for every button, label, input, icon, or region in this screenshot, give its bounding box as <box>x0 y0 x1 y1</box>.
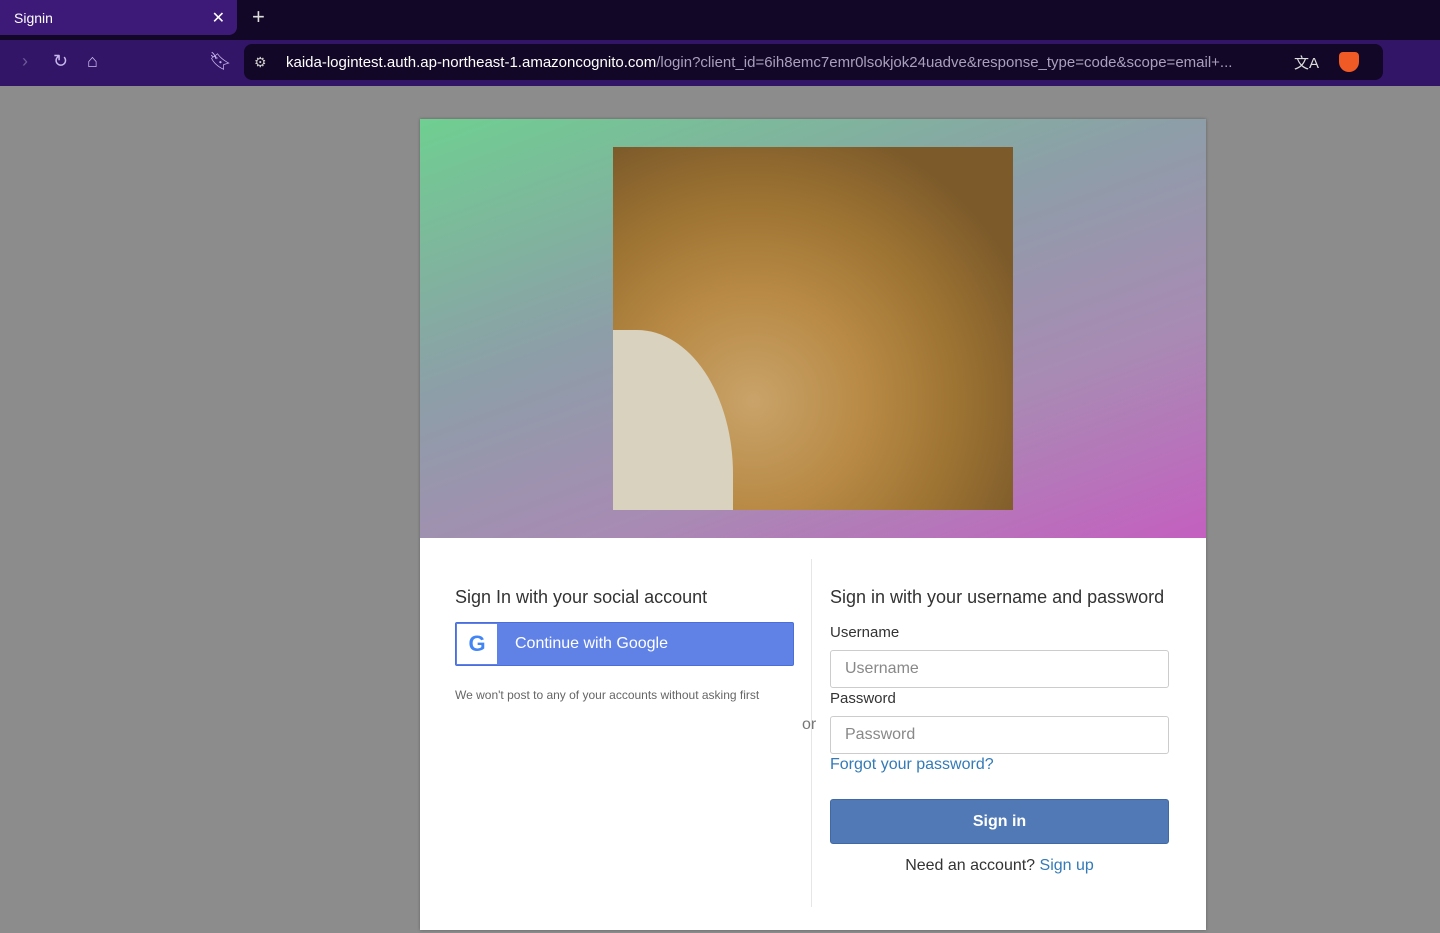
home-icon[interactable]: ⌂ <box>87 51 98 72</box>
username-input[interactable] <box>830 650 1169 688</box>
bookmark-icon[interactable]: 🔖︎ <box>209 51 232 72</box>
translate-icon[interactable]: 文A <box>1294 52 1319 73</box>
tab-title: Signin <box>14 9 53 26</box>
login-card: or Sign In with your social account G Co… <box>420 119 1206 930</box>
google-button-label: Continue with Google <box>515 635 668 652</box>
site-settings-icon[interactable]: ⚙ <box>254 54 267 71</box>
banner <box>420 119 1206 538</box>
forward-icon[interactable]: › <box>22 51 28 72</box>
url-host: kaida-logintest.auth.ap-northeast-1.amaz… <box>286 53 657 71</box>
or-label: or <box>802 716 817 733</box>
signup-link[interactable]: Sign up <box>1040 857 1094 874</box>
social-heading: Sign In with your social account <box>455 587 708 607</box>
forgot-password-link[interactable]: Forgot your password? <box>830 756 994 774</box>
password-label: Password <box>830 690 896 707</box>
signin-button[interactable]: Sign in <box>830 799 1169 844</box>
login-heading: Sign in with your username and password <box>830 587 1165 607</box>
new-tab-icon[interactable]: + <box>252 4 265 30</box>
tab-signin[interactable]: Signin ✕ <box>0 0 237 35</box>
brave-shield-icon[interactable] <box>1339 52 1359 72</box>
google-icon: G <box>457 624 497 664</box>
signup-prompt: Need an account? Sign up <box>830 857 1169 875</box>
tab-bar: Signin ✕ + <box>0 0 1440 40</box>
social-note: We won't post to any of your accounts wi… <box>455 688 760 702</box>
google-signin-button[interactable]: G Continue with Google <box>455 622 794 666</box>
url-path: /login?client_id=6ih8emc7emr0lsokjok24ua… <box>656 53 1233 71</box>
reload-icon[interactable]: ↻ <box>53 51 68 72</box>
browser-toolbar: › ↻ ⌂ 🔖︎ ⚙ kaida-logintest.auth.ap-north… <box>0 40 1440 86</box>
logo-image <box>613 147 1013 510</box>
close-tab-icon[interactable]: ✕ <box>212 8 225 28</box>
address-bar[interactable]: ⚙ kaida-logintest.auth.ap-northeast-1.am… <box>244 44 1383 80</box>
username-label: Username <box>830 624 900 641</box>
password-input[interactable] <box>830 716 1169 754</box>
need-account-text: Need an account? <box>905 857 1036 874</box>
